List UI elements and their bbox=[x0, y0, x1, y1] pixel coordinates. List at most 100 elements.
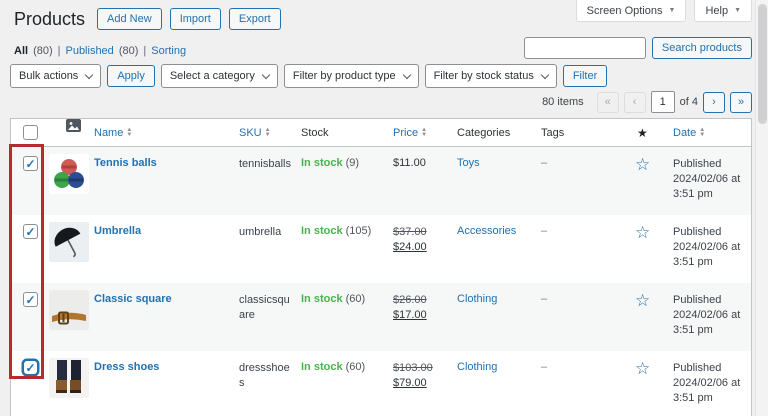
product-date: Published 2024/02/06 at 3:51 pm bbox=[673, 361, 747, 406]
sku-header-label: SKU bbox=[239, 127, 262, 139]
date-value: 2024/02/06 at bbox=[673, 309, 741, 321]
page-header: Products Add New Import Export bbox=[14, 8, 281, 30]
stock-quantity: (105) bbox=[345, 225, 372, 237]
product-price-new: $17.00 bbox=[393, 309, 427, 321]
product-tags: – bbox=[541, 157, 548, 169]
search-products-button[interactable]: Search products bbox=[651, 37, 752, 59]
product-price-new: $24.00 bbox=[393, 241, 427, 253]
category-select[interactable]: Select a category bbox=[160, 64, 278, 88]
product-sku: umbrella bbox=[239, 226, 282, 238]
separator: | bbox=[57, 45, 61, 57]
filter-button[interactable]: Filter bbox=[562, 65, 608, 87]
name-header-label: Name bbox=[94, 127, 124, 139]
items-count: 80 items bbox=[542, 96, 584, 108]
name-column-header[interactable]: Name ▲ ▼ bbox=[94, 119, 132, 147]
sort-arrows-icon: ▲ ▼ bbox=[264, 127, 271, 138]
check-icon: ✓ bbox=[25, 292, 36, 307]
date-status: Published bbox=[673, 294, 722, 306]
product-name-link[interactable]: Umbrella bbox=[94, 225, 141, 237]
product-price-old: $26.00 bbox=[393, 294, 427, 306]
row-checkbox[interactable]: ✓ bbox=[23, 156, 38, 171]
chevron-down-icon: ▼ bbox=[668, 7, 676, 14]
product-name-link[interactable]: Dress shoes bbox=[94, 361, 159, 373]
price-header-label: Price bbox=[393, 127, 419, 139]
table-row-umbrella: ✓ Umbrella umbrella In stock (105) $37.0… bbox=[11, 215, 751, 283]
tags-header-label: Tags bbox=[541, 127, 565, 139]
image-column-header bbox=[66, 119, 81, 132]
sort-arrows-icon: ▲ ▼ bbox=[421, 127, 428, 138]
search-area: Search products bbox=[523, 37, 752, 59]
products-table: ✓ Name ▲▼ SKU ▲▼ Stock Price ▲▼ Categori… bbox=[10, 118, 752, 416]
row-checkbox[interactable]: ✓ bbox=[23, 224, 38, 239]
bulk-actions-select[interactable]: Bulk actions bbox=[10, 64, 102, 88]
help-label: Help bbox=[705, 4, 729, 17]
filter-published-link[interactable]: Published bbox=[65, 45, 113, 57]
filter-all-link[interactable]: All bbox=[14, 45, 28, 57]
add-new-button[interactable]: Add New bbox=[97, 8, 162, 30]
product-thumbnail[interactable] bbox=[49, 358, 89, 398]
filter-sorting-link[interactable]: Sorting bbox=[151, 45, 186, 57]
date-value: 2024/02/06 at bbox=[673, 241, 741, 253]
price-column-header[interactable]: Price ▲ ▼ bbox=[393, 119, 427, 147]
apply-button[interactable]: Apply bbox=[107, 65, 155, 87]
pagination: 80 items « ‹ 1 of 4 › » bbox=[542, 91, 752, 113]
table-header-row: ✓ Name ▲▼ SKU ▲▼ Stock Price ▲▼ Categori… bbox=[11, 119, 751, 147]
search-input[interactable] bbox=[523, 37, 646, 59]
product-tags: – bbox=[541, 361, 548, 373]
chevron-down-icon bbox=[85, 70, 94, 79]
scrollbar-thumb[interactable] bbox=[758, 4, 767, 124]
date-column-header[interactable]: Date ▲ ▼ bbox=[673, 119, 705, 147]
select-all-checkbox[interactable]: ✓ bbox=[23, 125, 38, 140]
category-link[interactable]: Clothing bbox=[457, 293, 497, 305]
date-status: Published bbox=[673, 226, 722, 238]
screen-options-label: Screen Options bbox=[586, 4, 663, 17]
check-icon: ✓ bbox=[25, 156, 36, 171]
date-status: Published bbox=[673, 362, 722, 374]
scrollbar[interactable] bbox=[755, 0, 768, 416]
product-type-select[interactable]: Filter by product type bbox=[283, 64, 419, 88]
sku-column-header[interactable]: SKU ▲ ▼ bbox=[239, 119, 271, 147]
first-page-button[interactable]: « bbox=[596, 91, 619, 113]
product-date: Published 2024/02/06 at 3:51 pm bbox=[673, 157, 747, 202]
current-page-input[interactable]: 1 bbox=[650, 91, 675, 113]
product-tags: – bbox=[541, 293, 548, 305]
category-link[interactable]: Accessories bbox=[457, 225, 516, 237]
featured-star-toggle[interactable]: ☆ bbox=[635, 359, 650, 379]
table-row-dress-shoes: ✓ Dress shoes dressshoes In stock (60) $… bbox=[11, 351, 751, 416]
product-name-link[interactable]: Classic square bbox=[94, 293, 172, 305]
product-name-link[interactable]: Tennis balls bbox=[94, 157, 157, 169]
row-checkbox[interactable]: ✓ bbox=[23, 292, 38, 307]
star-icon: ★ bbox=[637, 126, 648, 140]
featured-star-toggle[interactable]: ☆ bbox=[635, 155, 650, 175]
stock-quantity: (60) bbox=[345, 361, 366, 373]
row-checkbox[interactable]: ✓ bbox=[23, 360, 38, 375]
stock-quantity: (60) bbox=[345, 293, 366, 305]
separator: | bbox=[143, 45, 147, 57]
chevron-down-icon bbox=[261, 70, 271, 79]
last-page-button[interactable]: » bbox=[730, 91, 752, 113]
featured-star-toggle[interactable]: ☆ bbox=[635, 291, 650, 311]
date-status: Published bbox=[673, 158, 722, 170]
featured-star-toggle[interactable]: ☆ bbox=[635, 223, 650, 243]
sort-arrows-icon: ▲ ▼ bbox=[699, 127, 706, 138]
featured-column-header: ★ bbox=[637, 119, 648, 147]
page-title: Products bbox=[14, 8, 86, 29]
product-price-new: $79.00 bbox=[393, 377, 427, 389]
screen-options-button[interactable]: Screen Options ▼ bbox=[575, 0, 687, 22]
chevron-down-icon bbox=[540, 70, 550, 79]
export-button[interactable]: Export bbox=[228, 8, 281, 30]
help-button[interactable]: Help ▼ bbox=[694, 0, 752, 22]
category-link[interactable]: Clothing bbox=[457, 361, 497, 373]
import-button[interactable]: Import bbox=[169, 8, 221, 30]
next-page-button[interactable]: › bbox=[703, 91, 725, 113]
stock-status-select[interactable]: Filter by stock status bbox=[424, 64, 557, 88]
product-thumbnail[interactable] bbox=[49, 222, 89, 262]
prev-page-button[interactable]: ‹ bbox=[623, 91, 646, 113]
product-thumbnail[interactable] bbox=[49, 290, 89, 330]
product-tags: – bbox=[541, 225, 548, 237]
stock-status: In stock bbox=[301, 361, 343, 373]
date-header-label: Date bbox=[673, 127, 697, 139]
product-type-label: Filter by product type bbox=[292, 70, 396, 82]
product-thumbnail[interactable] bbox=[49, 154, 89, 194]
category-link[interactable]: Toys bbox=[457, 157, 480, 169]
